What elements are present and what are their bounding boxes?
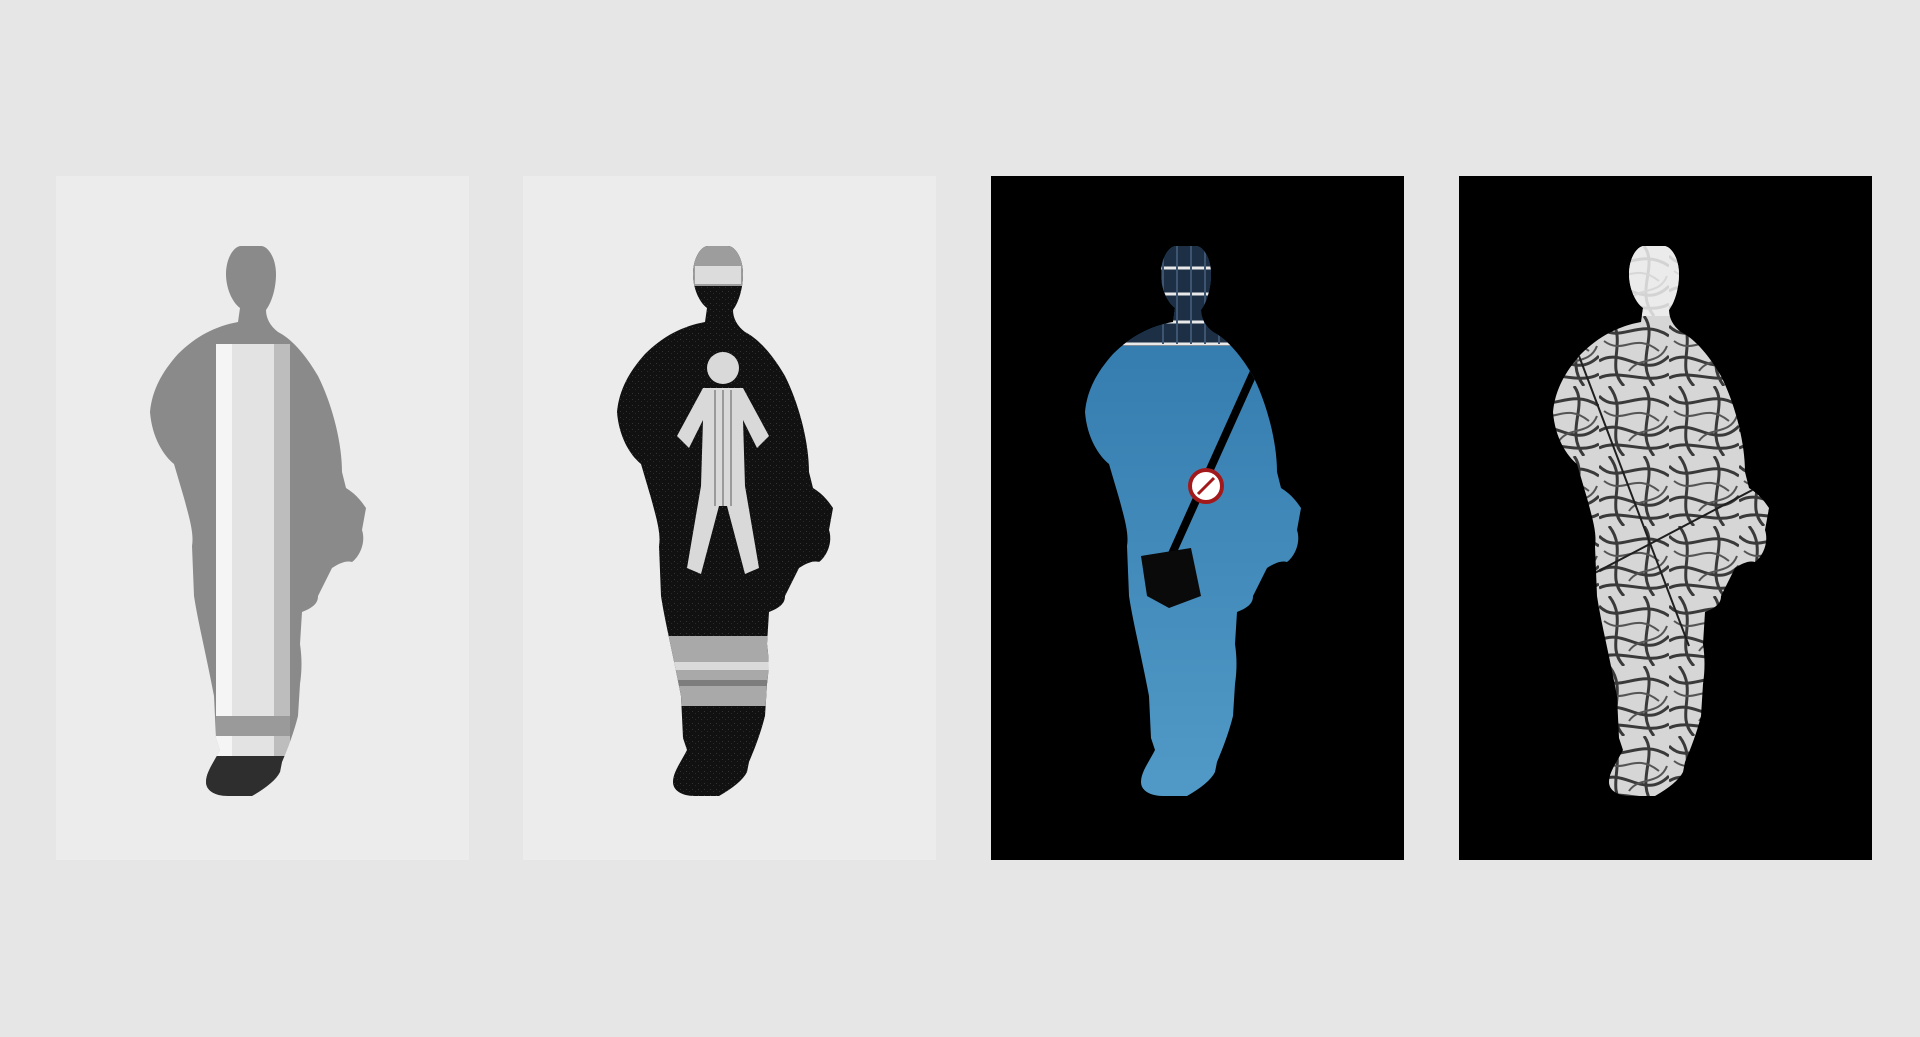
poster-panel-4 <box>1459 176 1872 860</box>
poster-panel-1 <box>56 176 469 860</box>
poster-series <box>0 0 1920 1037</box>
silhouette-with-tree-branches-icon <box>1459 176 1872 860</box>
silhouette-with-white-pillar-icon <box>56 176 469 860</box>
silhouette-with-pedestrian-signal-icon <box>523 176 936 860</box>
silhouette-with-sky-and-building-icon <box>991 176 1404 860</box>
poster-panel-2 <box>523 176 936 860</box>
poster-panel-3 <box>991 176 1404 860</box>
